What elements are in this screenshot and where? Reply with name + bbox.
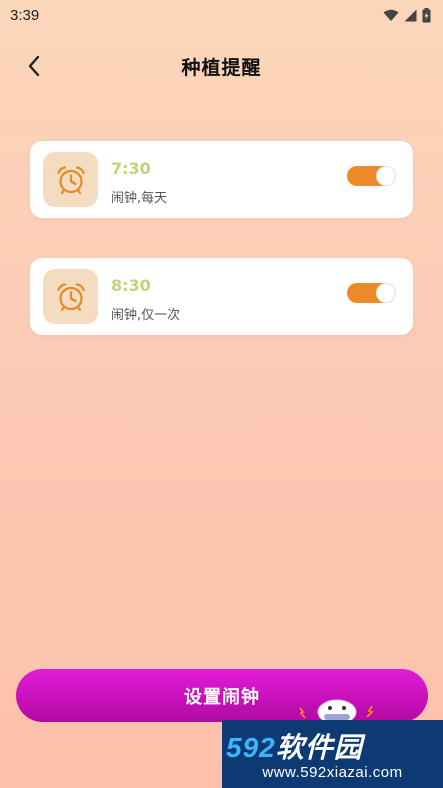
alarm-card[interactable]: 7:30 闹钟,每天 [30,141,413,218]
status-time: 3:39 [10,6,40,24]
wifi-icon [383,9,399,21]
alarm-description: 闹钟,仅一次 [111,308,181,323]
alarm-clock-icon [56,165,85,194]
back-button[interactable] [20,52,48,80]
toggle-knob [376,166,396,186]
alarm-icon-box [43,269,98,324]
status-icons [383,7,431,23]
status-bar: 3:39 [0,0,443,30]
alarm-time: 7:30 [111,159,151,178]
watermark-url: www.592xiazai.com [262,764,403,781]
alarm-clock-icon [56,282,85,311]
set-alarm-label: 设置闹钟 [184,686,260,708]
cellular-signal-icon [404,9,417,21]
battery-charging-icon [422,7,431,22]
page-title: 种植提醒 [181,56,262,79]
alarm-toggle[interactable] [347,166,396,186]
watermark-brand-text: 软件园 [275,732,363,763]
alarm-time: 8:30 [111,276,151,295]
alarm-icon-box [43,152,98,207]
header: 种植提醒 [0,44,443,88]
watermark-brand-number: 592 [226,732,276,763]
chevron-left-icon [28,55,40,77]
alarm-card[interactable]: 8:30 闹钟,仅一次 [30,258,413,335]
alarm-toggle[interactable] [347,283,396,303]
alarm-description: 闹钟,每天 [111,191,168,206]
watermark-brand: 592软件园 [226,726,440,766]
game-controller-mascot-icon [299,699,374,722]
watermark-logo: 592软件园 www.592xiazai.com [222,720,443,788]
toggle-knob [376,283,396,303]
